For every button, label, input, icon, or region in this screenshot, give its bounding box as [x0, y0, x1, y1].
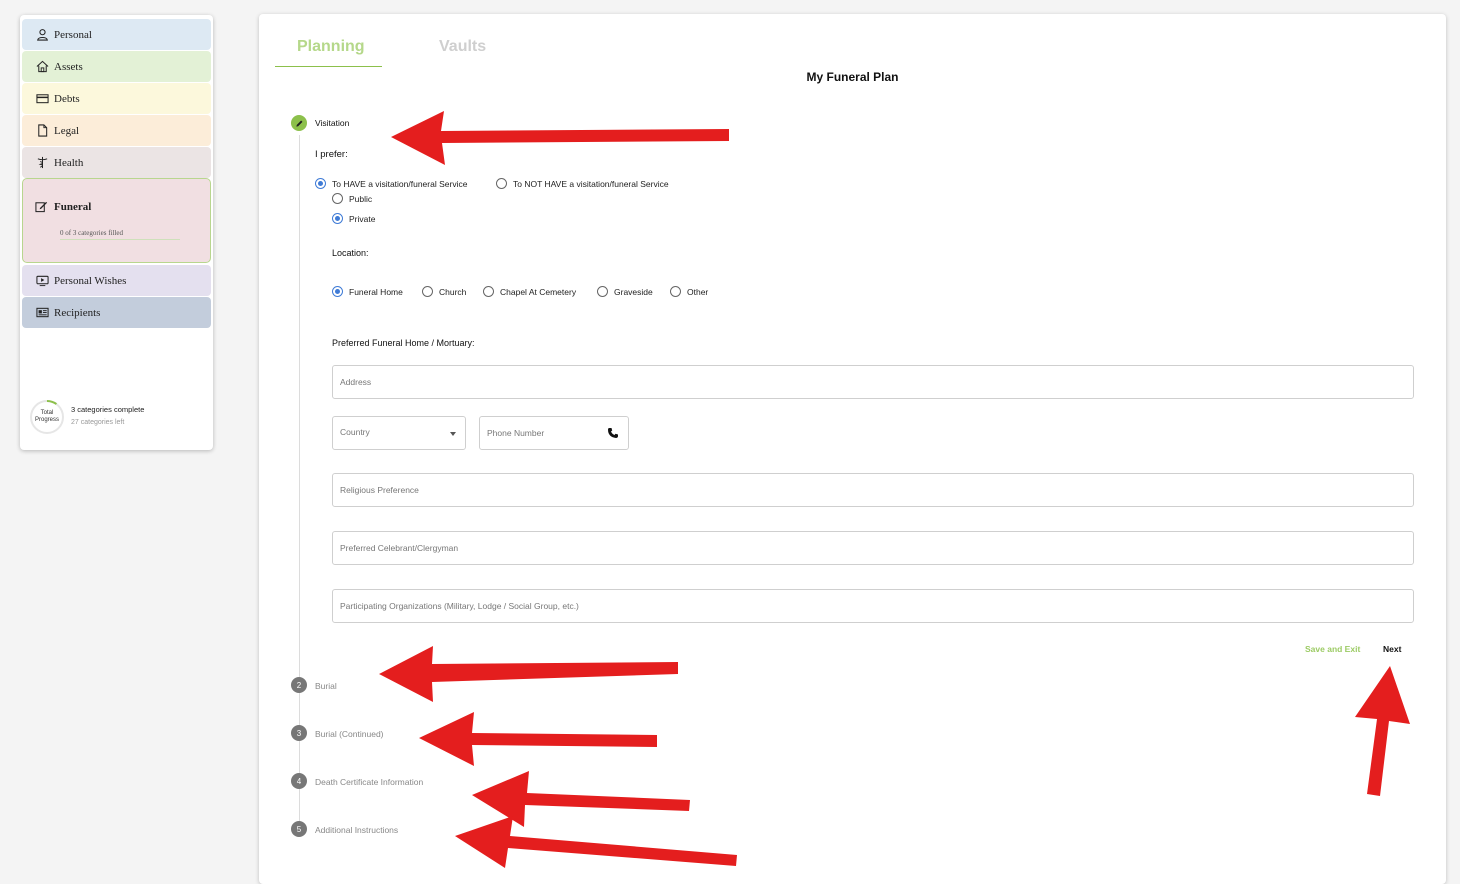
radio-location-funeral-home[interactable]: Funeral Home — [332, 286, 403, 297]
categories-left-text: 27 categories left — [71, 419, 125, 426]
radio-button[interactable] — [315, 178, 326, 189]
sidebar-item-label: Personal — [54, 28, 92, 41]
credit-card-icon — [35, 92, 49, 106]
radio-have-service[interactable]: To HAVE a visitation/funeral Service — [315, 178, 467, 189]
sidebar-item-legal[interactable]: Legal — [22, 115, 211, 146]
religious-preference-field[interactable] — [332, 473, 1414, 507]
radio-button[interactable] — [670, 286, 681, 297]
radio-label: Other — [687, 286, 709, 297]
prefer-label: I prefer: — [315, 149, 348, 160]
step-burial-continued-icon[interactable]: 3 — [291, 725, 307, 741]
radio-private[interactable]: Private — [332, 213, 375, 224]
caduceus-icon — [35, 156, 49, 170]
sidebar-item-personal-wishes[interactable]: Personal Wishes — [22, 265, 211, 296]
step-burial-label[interactable]: Burial — [315, 681, 337, 691]
sidebar-item-label: Health — [54, 156, 84, 169]
save-and-exit-button[interactable]: Save and Exit — [1305, 644, 1360, 654]
radio-button[interactable] — [597, 286, 608, 297]
sidebar-item-assets[interactable]: Assets — [22, 51, 211, 82]
step-visitation-label[interactable]: Visitation — [315, 118, 349, 128]
sidebar-item-label: Recipients — [54, 306, 101, 319]
step-additional-instructions-label[interactable]: Additional Instructions — [315, 825, 398, 835]
category-sidebar: Personal Assets Debts Legal Health Funer… — [20, 15, 213, 450]
radio-label: Public — [349, 193, 373, 204]
radio-button[interactable] — [332, 213, 343, 224]
step-death-certificate-icon[interactable]: 4 — [291, 773, 307, 789]
address-input[interactable] — [333, 366, 1413, 398]
step-additional-instructions-icon[interactable]: 5 — [291, 821, 307, 837]
tab-planning[interactable]: Planning — [297, 38, 365, 56]
page-title: My Funeral Plan — [806, 70, 899, 84]
radio-button[interactable] — [332, 193, 343, 204]
radio-location-chapel[interactable]: Chapel At Cemetery — [483, 286, 576, 297]
edit-icon — [35, 200, 49, 214]
next-button[interactable]: Next — [1383, 644, 1401, 654]
radio-label: Funeral Home — [349, 286, 403, 297]
sidebar-item-label: Assets — [54, 60, 83, 73]
step-death-certificate-label[interactable]: Death Certificate Information — [315, 777, 423, 787]
sidebar-item-label: Debts — [54, 92, 80, 105]
phone-icon — [608, 428, 618, 438]
radio-location-graveside[interactable]: Graveside — [597, 286, 653, 297]
organizations-field[interactable] — [332, 589, 1414, 623]
active-tab-indicator — [275, 66, 382, 67]
sidebar-item-label: Personal Wishes — [54, 274, 127, 287]
categories-complete-text: 3 categories complete — [71, 405, 145, 414]
tab-vaults[interactable]: Vaults — [439, 38, 486, 56]
funeral-home-label: Preferred Funeral Home / Mortuary: — [332, 338, 475, 348]
sidebar-item-health[interactable]: Health — [22, 147, 211, 178]
document-icon — [35, 124, 49, 138]
sidebar-item-funeral[interactable]: Funeral 0 of 3 categories filled — [22, 178, 211, 263]
total-progress-label: Total Progress — [34, 410, 59, 423]
country-select[interactable]: Country — [332, 416, 466, 450]
radio-not-have-service[interactable]: To NOT HAVE a visitation/funeral Service — [496, 178, 669, 189]
religious-preference-input[interactable] — [333, 474, 1413, 506]
country-select-value: Country — [340, 427, 370, 437]
sidebar-item-debts[interactable]: Debts — [22, 83, 211, 114]
location-label: Location: — [332, 248, 369, 258]
radio-label: To NOT HAVE a visitation/funeral Service — [513, 178, 669, 189]
funeral-progress-text: 0 of 3 categories filled — [60, 229, 123, 237]
radio-public[interactable]: Public — [332, 193, 372, 204]
sidebar-item-funeral-title: Funeral — [35, 200, 91, 214]
sidebar-item-label: Funeral — [54, 201, 92, 213]
user-icon — [35, 28, 49, 42]
radio-button[interactable] — [483, 286, 494, 297]
radio-location-church[interactable]: Church — [422, 286, 466, 297]
sidebar-item-personal[interactable]: Personal — [22, 19, 211, 50]
address-field[interactable] — [332, 365, 1414, 399]
phone-field[interactable] — [479, 416, 629, 450]
step-burial-icon[interactable]: 2 — [291, 677, 307, 693]
phone-input[interactable] — [480, 417, 628, 449]
sidebar-item-recipients[interactable]: Recipients — [22, 297, 211, 328]
caret-down-icon — [450, 432, 456, 436]
video-icon — [35, 274, 49, 288]
radio-button[interactable] — [422, 286, 433, 297]
total-progress-ring: Total Progress — [29, 399, 65, 435]
radio-label: Private — [349, 213, 376, 224]
celebrant-input[interactable] — [333, 532, 1413, 564]
step-visitation-icon[interactable] — [291, 115, 307, 131]
radio-label: Church — [439, 286, 467, 297]
home-icon — [35, 60, 49, 74]
radio-label: To HAVE a visitation/funeral Service — [332, 178, 468, 189]
id-card-icon — [35, 306, 49, 320]
radio-label: Chapel At Cemetery — [500, 286, 577, 297]
pencil-icon — [295, 120, 302, 127]
sidebar-item-label: Legal — [54, 124, 80, 137]
step-burial-continued-label[interactable]: Burial (Continued) — [315, 729, 384, 739]
radio-location-other[interactable]: Other — [670, 286, 708, 297]
funeral-progress-bar — [60, 239, 180, 240]
radio-button[interactable] — [332, 286, 343, 297]
radio-button[interactable] — [496, 178, 507, 189]
celebrant-field[interactable] — [332, 531, 1414, 565]
radio-label: Graveside — [614, 286, 653, 297]
funeral-plan-card: Planning Vaults My Funeral Plan Visitati… — [259, 14, 1446, 884]
organizations-input[interactable] — [333, 590, 1413, 622]
